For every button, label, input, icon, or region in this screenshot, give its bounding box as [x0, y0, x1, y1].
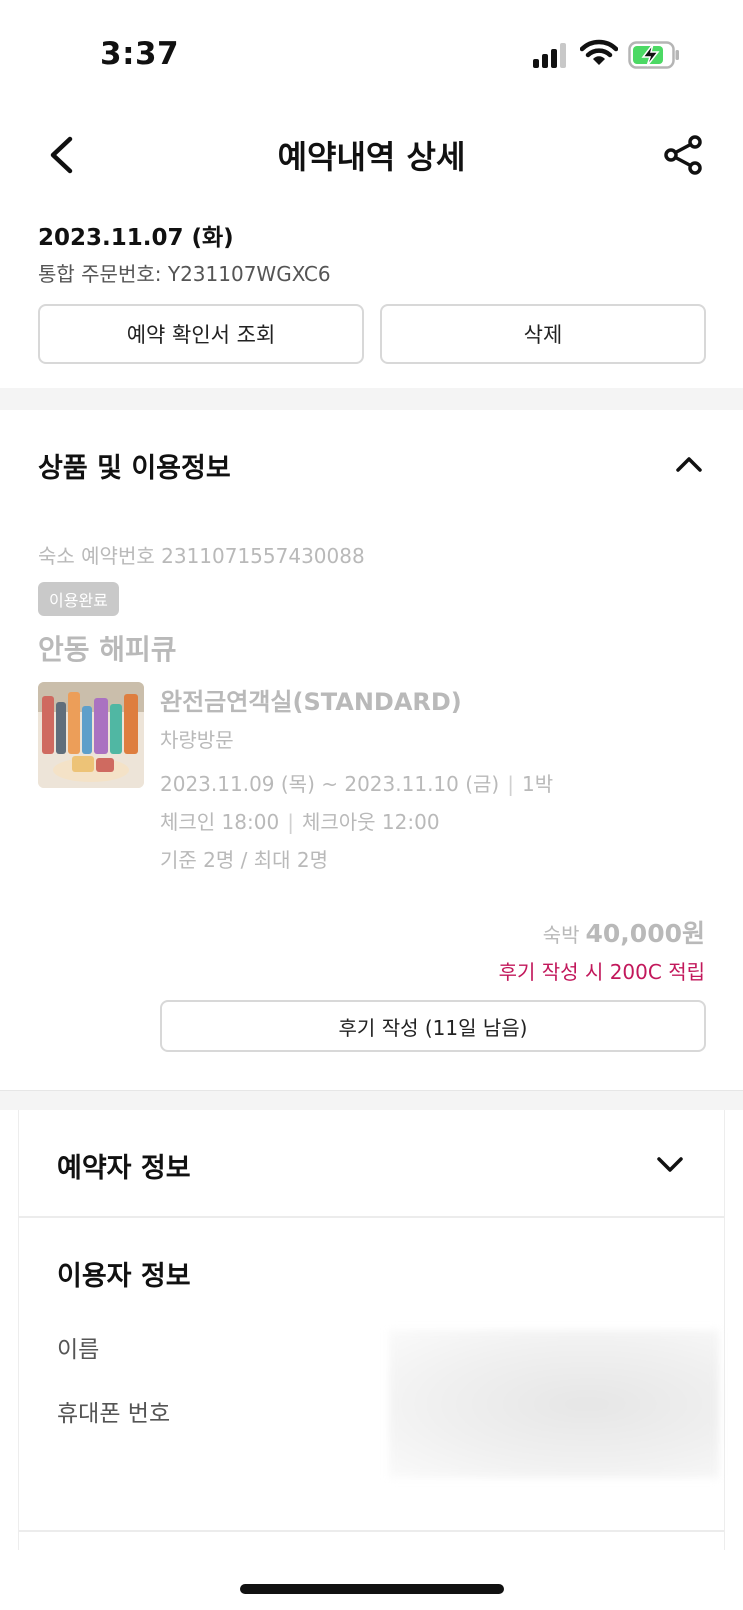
- card-divider: [19, 1530, 724, 1532]
- order-number: 통합 주문번호: Y231107WGXC6: [38, 262, 331, 286]
- card-divider: [19, 1216, 724, 1218]
- view-confirmation-button[interactable]: 예약 확인서 조회: [38, 304, 364, 364]
- check-times: 체크인 18:00 | 체크아웃 12:00: [160, 806, 440, 835]
- review-reward-note: 후기 작성 시 200C 적립: [498, 960, 705, 984]
- divider: |: [287, 810, 294, 834]
- phone-label: 휴대폰 번호: [57, 1401, 171, 1427]
- room-name: 완전금연객실(STANDARD): [160, 688, 462, 716]
- stay-dates: 2023.11.09 (목) ~ 2023.11.10 (금) | 1박: [160, 768, 553, 797]
- wifi-icon: [580, 39, 618, 65]
- write-review-button[interactable]: 후기 작성 (11일 남음): [160, 1000, 706, 1052]
- delete-button[interactable]: 삭제: [380, 304, 706, 364]
- product-section-title: 상품 및 이용정보: [38, 453, 231, 484]
- price-amount: 40,000원: [585, 919, 705, 948]
- name-label: 이름: [57, 1337, 100, 1363]
- room-capacity: 기준 2명 / 최대 2명: [160, 848, 329, 872]
- user-section-title: 이용자 정보: [57, 1261, 191, 1292]
- booker-info-card: 예약자 정보 이용자 정보 이름 휴대폰 번호: [18, 1110, 725, 1550]
- share-icon[interactable]: [662, 134, 704, 176]
- room-thumbnail-image: [38, 682, 144, 788]
- stay-reservation-number: 숙소 예약번호 2311071557430088: [38, 544, 365, 568]
- cellular-signal-icon: [533, 42, 569, 68]
- price-label: 숙박: [542, 923, 580, 947]
- section-divider: [0, 388, 743, 410]
- home-indicator: [240, 1584, 504, 1594]
- redacted-user-values: [389, 1330, 719, 1478]
- status-time: 3:37: [100, 36, 180, 72]
- battery-charging-icon: [628, 41, 679, 69]
- divider: |: [507, 772, 514, 796]
- status-badge: 이용완료: [38, 582, 119, 616]
- visit-type: 차량방문: [160, 728, 234, 752]
- price-row: 숙박 40,000원: [543, 914, 705, 950]
- check-out-date: 2023.11.10 (금): [344, 772, 500, 796]
- top-app-bar: 예약내역 상세: [0, 120, 743, 190]
- status-bar: 3:37: [0, 0, 743, 110]
- order-date: 2023.11.07 (화): [38, 225, 234, 251]
- date-range-tilde: ~: [321, 772, 338, 796]
- section-divider: [0, 1090, 743, 1110]
- check-in-time: 체크인 18:00: [160, 810, 280, 834]
- booker-section-title: 예약자 정보: [57, 1153, 191, 1184]
- check-out-time: 체크아웃 12:00: [301, 810, 440, 834]
- nights-count: 1박: [521, 772, 554, 796]
- chevron-down-icon[interactable]: [655, 1150, 685, 1178]
- page-title: 예약내역 상세: [277, 138, 466, 176]
- chevron-up-icon[interactable]: [674, 450, 704, 478]
- check-in-date: 2023.11.09 (목): [160, 772, 315, 796]
- hotel-name[interactable]: 안동 해피큐: [38, 628, 177, 668]
